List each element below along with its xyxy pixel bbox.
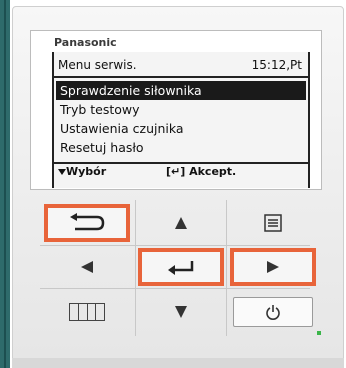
brand-logo: Panasonic	[54, 36, 117, 49]
up-button[interactable]	[140, 206, 222, 240]
select-hint-label: Wybór	[66, 165, 107, 178]
down-button[interactable]	[140, 294, 222, 330]
header-divider	[54, 76, 308, 78]
row-separator-2	[40, 288, 310, 289]
row-separator-1	[40, 245, 310, 246]
return-button[interactable]	[44, 204, 130, 242]
bottom-strip	[12, 358, 344, 368]
status-led	[317, 331, 321, 335]
return-icon	[70, 213, 105, 231]
power-button-frame	[233, 297, 313, 327]
screen-footer: Wybór [↵] Akcept.	[54, 165, 308, 181]
down-arrow-icon	[58, 169, 66, 175]
right-triangle-icon	[267, 261, 279, 273]
down-triangle-icon	[175, 306, 187, 318]
left-button[interactable]	[44, 249, 130, 285]
power-icon	[266, 305, 280, 320]
side-edge-inner	[4, 0, 6, 368]
right-button[interactable]	[230, 248, 316, 286]
confirm-hint: [↵] Akcept.	[166, 165, 237, 178]
power-button[interactable]	[232, 294, 314, 330]
list-icon	[264, 214, 282, 232]
screen-title: Menu serwis.	[58, 58, 137, 72]
clock: 15:12,Pt	[251, 58, 302, 72]
menu-item-tryb-testowy[interactable]: Tryb testowy	[56, 100, 306, 119]
grid-icon	[69, 303, 105, 321]
up-triangle-icon	[175, 217, 187, 229]
screen-header: Menu serwis. 15:12,Pt	[54, 58, 308, 74]
enter-icon	[168, 261, 194, 275]
footer-divider	[54, 162, 308, 164]
menu-item-sprawdzenie-silownika[interactable]: Sprawdzenie siłownika	[56, 81, 306, 100]
lcd-screen: Menu serwis. 15:12,Pt Sprawdzenie siłown…	[52, 52, 310, 188]
menu-button[interactable]	[232, 206, 314, 240]
enter-button[interactable]	[138, 248, 224, 286]
menu-item-ustawienia-czujnika[interactable]: Ustawienia czujnika	[56, 119, 306, 138]
select-hint: Wybór	[58, 165, 106, 178]
col-separator-1	[135, 200, 136, 336]
grid-button[interactable]	[44, 294, 130, 330]
left-triangle-icon	[81, 261, 93, 273]
col-separator-2	[226, 200, 227, 336]
menu-item-resetuj-haslo[interactable]: Resetuj hasło	[56, 138, 306, 157]
